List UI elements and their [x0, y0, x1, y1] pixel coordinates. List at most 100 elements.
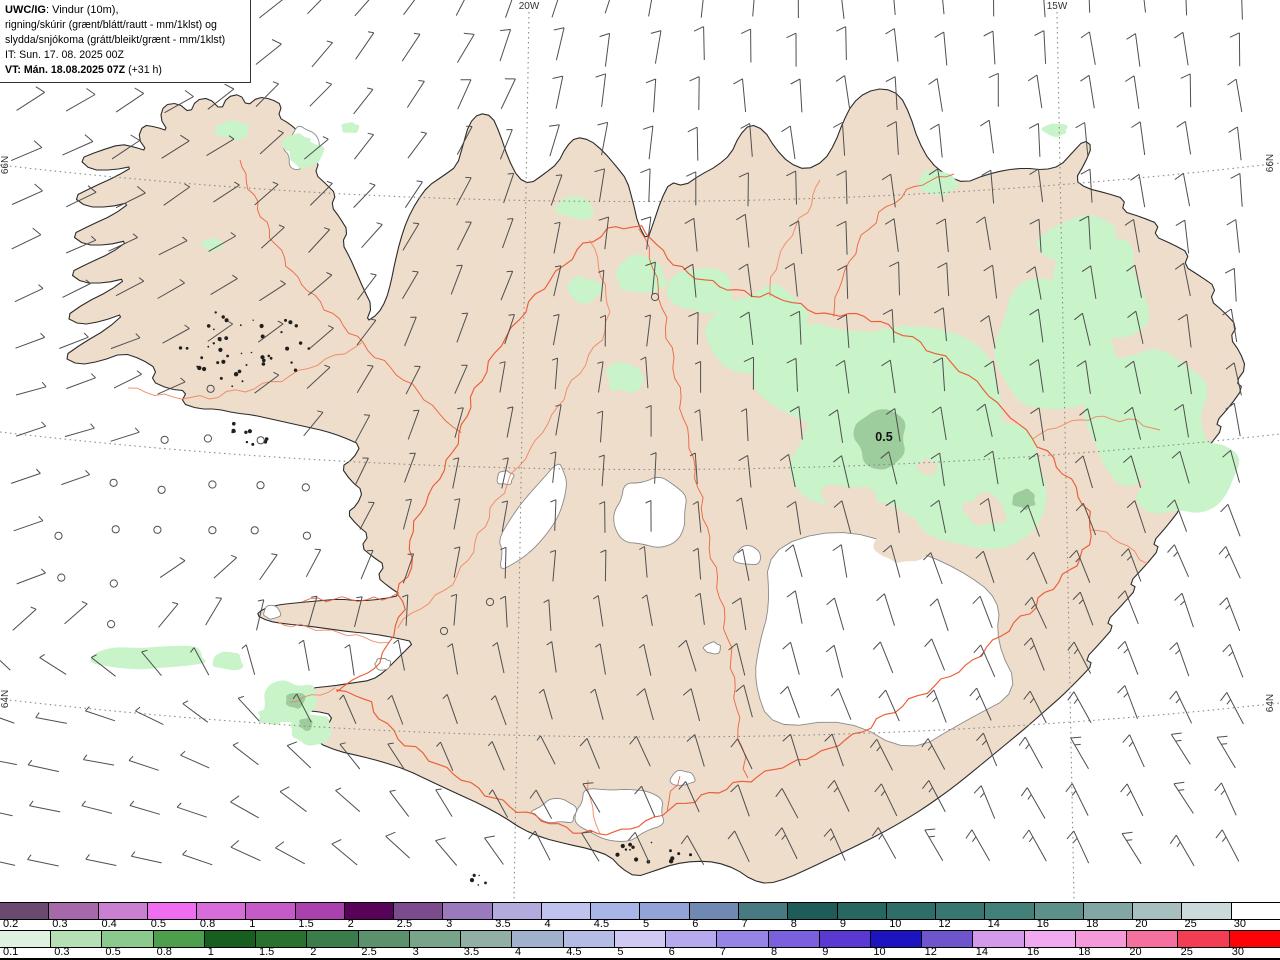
islet-speck [267, 354, 271, 358]
wind-barb [66, 373, 96, 390]
wind-barb [1174, 592, 1194, 628]
colorbar-tick-label: 2.5 [361, 946, 377, 958]
colorbar-segment [563, 931, 615, 947]
wind-barb [1167, 544, 1189, 578]
wind-barb [232, 741, 259, 766]
wind-barb [14, 284, 44, 303]
wind-barb [311, 40, 333, 68]
wind-barb [1027, 74, 1043, 109]
wind-barb [355, 31, 375, 60]
colorbar-segment [102, 931, 154, 947]
colorbar-segment [197, 903, 247, 919]
wind-barb [1224, 267, 1237, 302]
wind-barb [1216, 735, 1236, 769]
precip-light-patch [212, 651, 244, 671]
wind-barb [687, 126, 699, 161]
wind-barb [689, 76, 700, 111]
wind-barb [924, 828, 944, 861]
colorbar-tick-label: 0.2 [3, 918, 19, 930]
wind-barb [435, 837, 458, 866]
islet-speck [219, 376, 223, 380]
wind-barb [27, 759, 60, 773]
colorbar-segment [1024, 931, 1076, 947]
islet-speck [259, 323, 264, 329]
colorbar-segment [1231, 903, 1280, 919]
colorbar-tick-label: 4 [544, 918, 551, 930]
colorbar-segment [443, 903, 493, 919]
colorbar-tick-label: 0.5 [150, 918, 166, 930]
wind-barb [259, 553, 278, 581]
islet-speck [231, 385, 234, 388]
wind-barb [81, 800, 113, 814]
islet-speck [298, 341, 303, 345]
wind-barb [130, 851, 162, 864]
legend-init-time: IT: Sun. 17. 08. 2025 00Z [5, 49, 124, 61]
colorbar-tick-label: 0.4 [101, 918, 117, 930]
wind-barb [993, 0, 995, 17]
wind-barb [1180, 73, 1192, 108]
colorbar-segment [98, 903, 148, 919]
wind-barb [973, 785, 996, 819]
colorbar-tick-label: 3 [446, 918, 453, 930]
wind-barb [135, 706, 164, 726]
colorbar-tick-label: 30 [1233, 918, 1247, 930]
wind-barb [110, 427, 140, 442]
longitude-label: 15W [1047, 1, 1068, 12]
wind-barb [1241, 0, 1243, 20]
colorbar-tick-label: 16 [1036, 918, 1050, 930]
legend-box: UWC/IG: Vindur (10m), rigning/skúrir (gr… [0, 0, 251, 83]
colorbar-tick-label: 2 [347, 918, 354, 930]
islet-speck [478, 874, 480, 877]
map-canvas: 20W 15W 66N 66N 64N 64N 0.5 [0, 0, 1280, 902]
islet-speck [244, 430, 248, 434]
calm-circle [208, 480, 217, 489]
wind-barb [331, 839, 358, 866]
wind-barb [205, 597, 223, 626]
wind-barb [65, 88, 96, 112]
wind-barb [158, 601, 179, 628]
wind-barb [1067, 691, 1092, 724]
islet-speck [213, 328, 215, 331]
calm-circle [111, 525, 120, 534]
wind-barb [1185, 0, 1188, 16]
wind-barb [0, 812, 13, 817]
wind-barb [1218, 546, 1241, 579]
colorbar-tick-label: 12 [924, 946, 937, 958]
colorbar-tick-label: 14 [987, 918, 1000, 930]
legend-line-snow: slydda/snjókoma (grátt/bleikt/grænt - mm… [5, 34, 226, 46]
islet-speck [232, 429, 236, 433]
colorbar-segment [1178, 931, 1230, 947]
wind-barb [180, 750, 210, 769]
wind-barb [176, 802, 207, 818]
calm-circle [153, 525, 162, 534]
wind-barb [255, 39, 282, 65]
wind-barb [298, 639, 310, 671]
lake [374, 658, 392, 671]
wind-barb [1170, 732, 1191, 765]
wind-barb [35, 712, 67, 724]
islet-speck [206, 324, 211, 328]
wind-barb [484, 835, 504, 865]
calm-circle [256, 436, 265, 445]
calm-circle [157, 485, 166, 494]
islet-speck [670, 856, 675, 861]
colorbar-tick-label: 6 [692, 918, 699, 930]
model-name: UWC/IG [5, 4, 46, 16]
wind-barb [286, 741, 312, 769]
islet-speck [269, 356, 273, 360]
colorbar-segment [591, 903, 641, 919]
colorbar-segment [689, 903, 739, 919]
wind-barb [1222, 643, 1244, 678]
wind-barb [401, 32, 421, 62]
wind-barb [1130, 173, 1146, 208]
wind-barb [648, 0, 653, 17]
islet-speck [288, 320, 293, 325]
colorbar-tick-label: 25 [1184, 918, 1197, 930]
wind-barb [733, 78, 747, 113]
calm-circle [203, 434, 212, 443]
colorbar-segment [1034, 903, 1084, 919]
wind-barb [500, 78, 516, 110]
wind-barb [928, 78, 943, 112]
islet-speck [477, 884, 480, 886]
colorbar-segment [307, 931, 359, 947]
